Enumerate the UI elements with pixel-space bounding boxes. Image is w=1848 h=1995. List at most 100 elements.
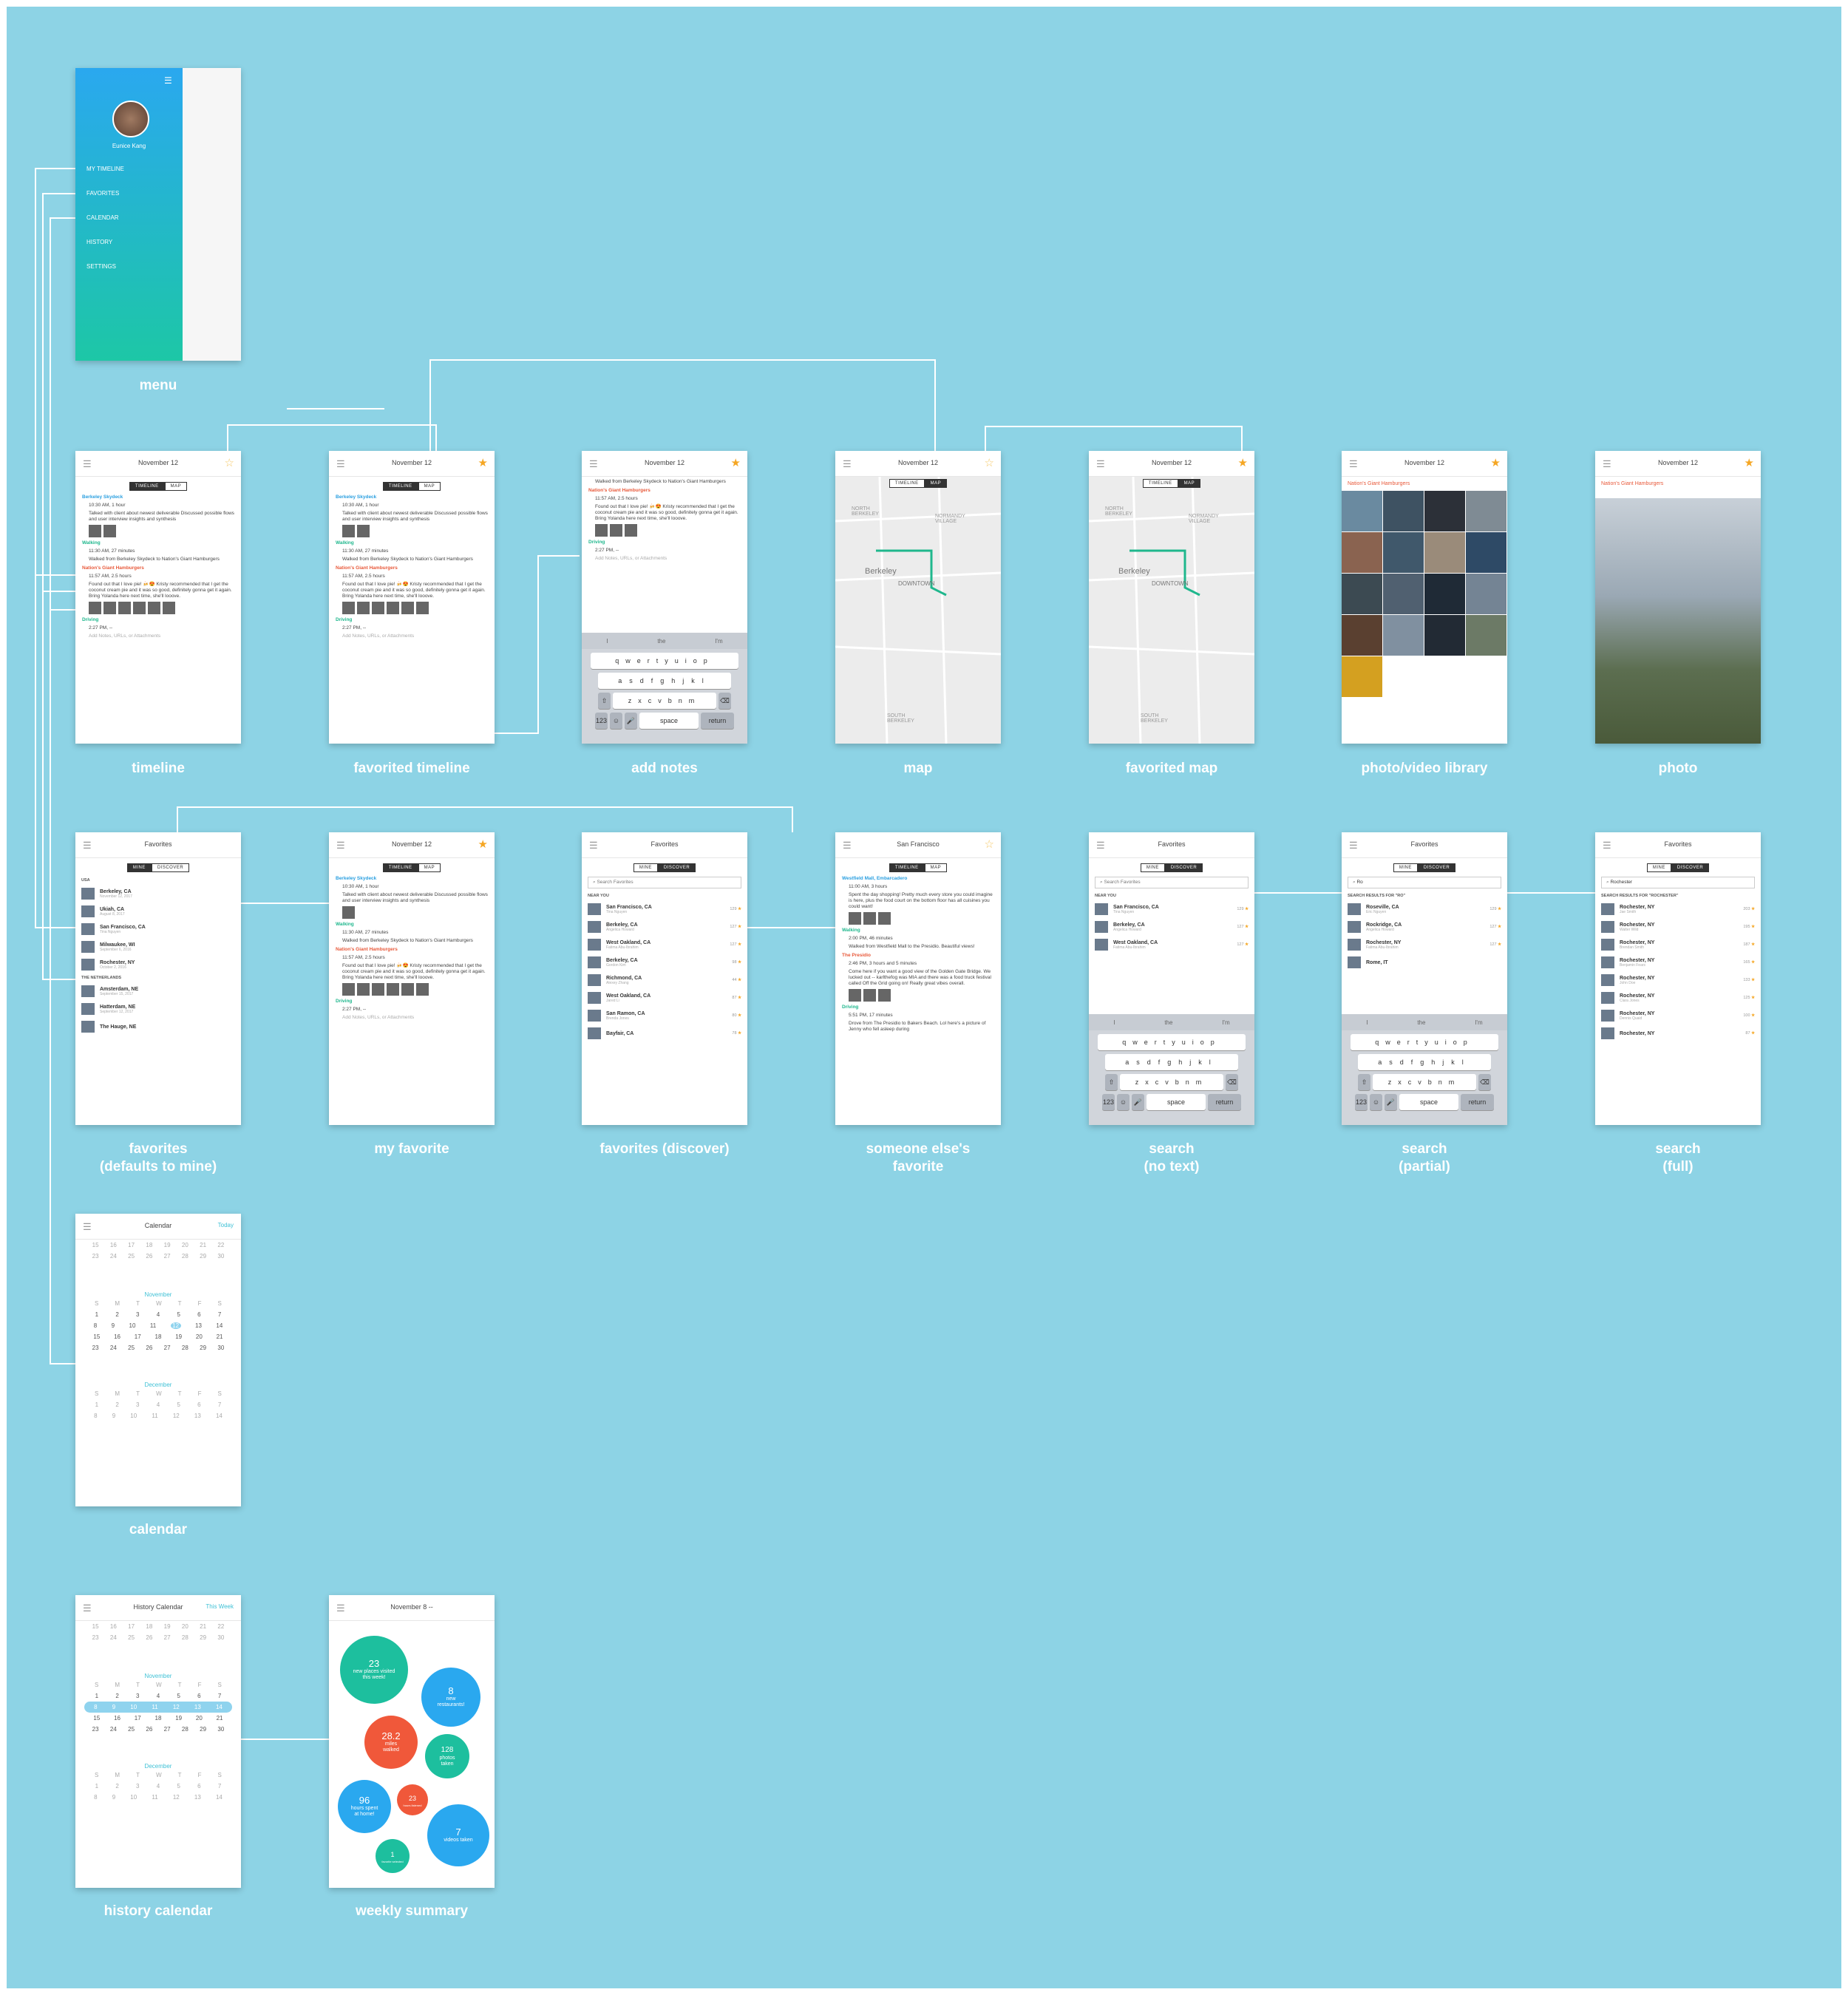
day[interactable]: 29 bbox=[200, 1253, 206, 1260]
day[interactable]: 12 bbox=[173, 1413, 180, 1419]
day[interactable]: 3 bbox=[136, 1311, 139, 1318]
day[interactable]: 25 bbox=[128, 1253, 135, 1260]
photo-thumb[interactable] bbox=[372, 983, 384, 996]
photo-thumb[interactable] bbox=[163, 602, 175, 614]
menu-item-settings[interactable]: SETTINGS bbox=[86, 263, 116, 270]
day[interactable]: 9 bbox=[112, 1413, 115, 1419]
date-title[interactable]: November 12 bbox=[329, 459, 495, 466]
list-item[interactable]: Rochester, NY Benjamin Fears 165 ★ bbox=[1595, 954, 1761, 971]
emoji-key[interactable]: ☺ bbox=[1117, 1094, 1129, 1110]
photo-thumb[interactable] bbox=[148, 602, 160, 614]
list-item[interactable]: San Ramon, CA Brenda Jones 80 ★ bbox=[582, 1007, 747, 1024]
this-week-button[interactable]: This Week bbox=[205, 1603, 234, 1610]
day[interactable]: 11 bbox=[152, 1704, 157, 1710]
tab-map[interactable]: MAP bbox=[164, 482, 188, 491]
menu-item-calendar[interactable]: CALENDAR bbox=[86, 214, 119, 221]
day[interactable]: 26 bbox=[146, 1726, 152, 1733]
tab-map[interactable]: MAP bbox=[418, 863, 441, 872]
day[interactable]: 13 bbox=[194, 1704, 201, 1710]
day[interactable]: 30 bbox=[217, 1726, 224, 1733]
photo-tile[interactable] bbox=[1466, 615, 1506, 656]
tab-timeline[interactable]: TIMELINE bbox=[1142, 479, 1178, 488]
day[interactable]: 17 bbox=[135, 1715, 141, 1722]
place-title[interactable]: Berkeley Skydeck bbox=[82, 494, 235, 500]
suggestion[interactable]: the bbox=[657, 638, 665, 645]
mic-key[interactable]: 🎤 bbox=[625, 713, 637, 729]
list-item[interactable]: San Francisco, CA Tina Nguyen 129 ★ bbox=[1089, 900, 1254, 918]
day[interactable]: 1 bbox=[95, 1311, 98, 1318]
day[interactable]: 3 bbox=[136, 1693, 139, 1699]
day[interactable]: 23 bbox=[92, 1634, 99, 1641]
numbers-key[interactable]: 123 bbox=[595, 713, 608, 729]
list-item[interactable]: Rochester, NY Walter Wild 195 ★ bbox=[1595, 918, 1761, 936]
search-input[interactable]: ⌕ Search Favorites bbox=[1095, 877, 1249, 888]
key[interactable]: asdfghjkl bbox=[598, 673, 731, 689]
photo-thumbs[interactable] bbox=[342, 983, 489, 996]
star-filled-icon[interactable]: ★ bbox=[1745, 456, 1754, 469]
photo-tile[interactable] bbox=[1383, 491, 1424, 531]
day[interactable]: 16 bbox=[114, 1333, 120, 1340]
photo-tile[interactable] bbox=[1466, 491, 1506, 531]
photo-thumb[interactable] bbox=[342, 906, 355, 919]
photo-thumb[interactable] bbox=[625, 524, 637, 537]
day[interactable]: 6 bbox=[197, 1693, 200, 1699]
day[interactable]: 2 bbox=[115, 1693, 118, 1699]
photo-thumbs[interactable] bbox=[342, 525, 489, 537]
day[interactable]: 17 bbox=[135, 1333, 141, 1340]
tab-mine[interactable]: MINE bbox=[1140, 863, 1165, 872]
day[interactable]: 26 bbox=[146, 1634, 152, 1641]
key[interactable]: zxcvbnm bbox=[1120, 1074, 1223, 1090]
star-outline-icon[interactable]: ☆ bbox=[985, 837, 994, 851]
menu-item-timeline[interactable]: MY TIMELINE bbox=[86, 166, 124, 172]
day[interactable]: 28 bbox=[182, 1253, 188, 1260]
place-title[interactable]: Westfield Mall, Embarcadero bbox=[842, 876, 995, 882]
day[interactable]: 5 bbox=[177, 1693, 180, 1699]
photo-tile[interactable] bbox=[1342, 491, 1382, 531]
day[interactable]: 21 bbox=[200, 1623, 206, 1630]
date-title[interactable]: November 12 bbox=[1342, 459, 1507, 466]
photo-thumb[interactable] bbox=[357, 525, 370, 537]
day[interactable]: 5 bbox=[177, 1401, 180, 1408]
day[interactable]: 30 bbox=[217, 1253, 224, 1260]
tab-timeline[interactable]: TIMELINE bbox=[889, 863, 925, 872]
photo-thumbs[interactable] bbox=[342, 602, 489, 614]
photo-thumb[interactable] bbox=[610, 524, 622, 537]
add-notes-link[interactable]: Add Notes, URLs, or Attachments bbox=[89, 633, 235, 639]
tab-discover[interactable]: DISCOVER bbox=[151, 863, 190, 872]
tab-timeline[interactable]: TIMELINE bbox=[129, 482, 165, 491]
list-item[interactable]: San Francisco, CA Tina Nguyen bbox=[75, 920, 241, 938]
today-button[interactable]: Today bbox=[218, 1222, 234, 1228]
search-input[interactable]: ⌕ Search Favorites bbox=[588, 877, 741, 888]
day[interactable]: 27 bbox=[164, 1253, 171, 1260]
menu-item-history[interactable]: HISTORY bbox=[86, 239, 112, 245]
page-title[interactable]: San Francisco bbox=[835, 840, 1001, 848]
day[interactable]: 6 bbox=[197, 1311, 200, 1318]
day[interactable]: 27 bbox=[164, 1726, 171, 1733]
day[interactable]: 13 bbox=[194, 1794, 201, 1801]
photo-thumbs[interactable] bbox=[849, 912, 995, 925]
photo-thumbs[interactable] bbox=[89, 602, 235, 614]
day[interactable]: 11 bbox=[150, 1322, 156, 1329]
photo-thumb[interactable] bbox=[342, 983, 355, 996]
photo-thumb[interactable] bbox=[103, 525, 116, 537]
list-item[interactable]: Rockridge, CA Angelica Howard 127 ★ bbox=[1342, 918, 1507, 936]
stat-bubble[interactable]: 128 photos taken bbox=[425, 1734, 469, 1778]
suggestion[interactable]: I'm bbox=[1475, 1019, 1482, 1026]
photo-thumb[interactable] bbox=[103, 602, 116, 614]
list-item[interactable]: Rochester, NY John Doe 133 ★ bbox=[1595, 971, 1761, 989]
photo-thumb[interactable] bbox=[372, 602, 384, 614]
day[interactable]: 25 bbox=[128, 1726, 135, 1733]
photo-thumbs[interactable] bbox=[89, 525, 235, 537]
suggestion[interactable]: I bbox=[1113, 1019, 1115, 1026]
day[interactable]: 1 bbox=[95, 1783, 98, 1790]
list-item[interactable]: West Oakland, CA Fatima Abu-Ibrahim 127 ★ bbox=[582, 936, 747, 954]
list-item[interactable]: Rochester, NY Jae Smith 203 ★ bbox=[1595, 900, 1761, 918]
day[interactable]: 21 bbox=[217, 1333, 223, 1340]
day[interactable]: 21 bbox=[217, 1715, 223, 1722]
day[interactable]: 15 bbox=[92, 1242, 99, 1248]
star-filled-icon[interactable]: ★ bbox=[1491, 456, 1501, 469]
mic-key[interactable]: 🎤 bbox=[1132, 1094, 1144, 1110]
day[interactable]: 4 bbox=[157, 1311, 160, 1318]
tab-mine[interactable]: MINE bbox=[126, 863, 152, 872]
place-title[interactable]: Berkeley Skydeck bbox=[336, 876, 489, 882]
